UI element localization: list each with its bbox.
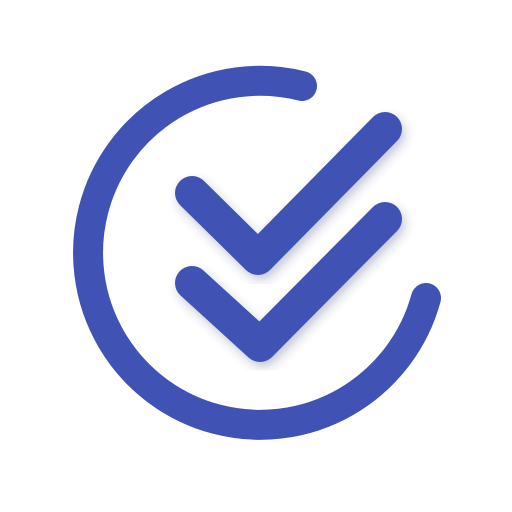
double-check-circle-icon [73,65,441,440]
app-icon-canvas [0,0,512,512]
